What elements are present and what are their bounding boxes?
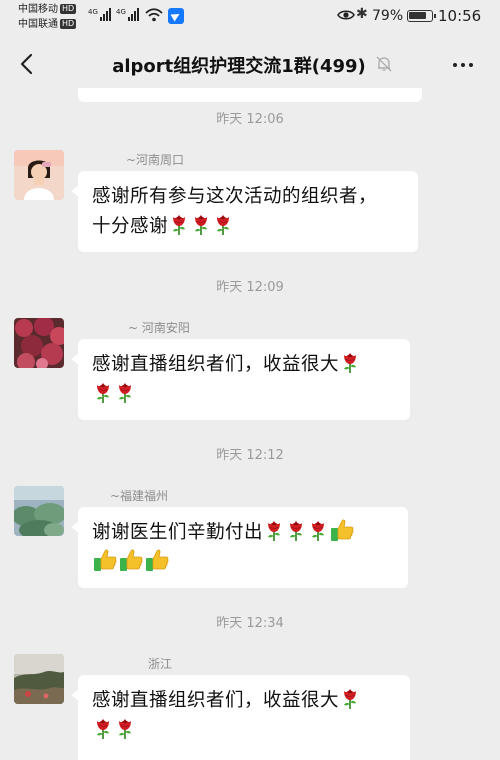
sender-name: ~福建福州	[110, 489, 169, 503]
rose-emoji-icon	[93, 716, 113, 740]
timestamp: 昨天 12:09	[216, 280, 284, 295]
sender-name: ~河南周口	[126, 153, 185, 167]
previous-message-bubble	[78, 88, 422, 102]
carrier-1: 中国移动 HD	[18, 4, 77, 15]
thumbs-up-emoji-icon	[93, 548, 117, 572]
more-dots-icon[interactable]	[448, 60, 478, 70]
signal-icon: 4G	[116, 8, 139, 21]
timestamp: 昨天 12:06	[216, 112, 284, 127]
avatar[interactable]	[14, 318, 64, 368]
battery-icon	[407, 10, 436, 22]
bluetooth-icon: ✱	[356, 6, 368, 22]
rose-emoji-icon	[115, 380, 135, 404]
sender-name: ~ 河南安阳	[128, 321, 190, 335]
rose-emoji-icon	[308, 518, 328, 542]
wifi-icon	[145, 8, 163, 22]
signal-icon: 4G	[88, 8, 111, 21]
message-bubble[interactable]: 感谢所有参与这次活动的组织者， 十分感谢	[71, 171, 418, 252]
rose-emoji-icon	[340, 350, 360, 374]
rose-emoji-icon	[191, 212, 211, 236]
hd-badge: HD	[60, 19, 77, 29]
chat-header: alport组织护理交流1群(499)	[0, 36, 500, 92]
clock: 10:56	[438, 7, 482, 25]
avatar[interactable]	[14, 150, 64, 200]
rose-emoji-icon	[115, 716, 135, 740]
status-bar: 中国移动 HD 中国联通 HD 4G 4G ✱ 79% 10:56	[0, 0, 500, 36]
hd-badge: HD	[60, 4, 77, 14]
message-text: 谢谢医生们辛勤付出	[92, 522, 264, 543]
sender-name: 浙江	[148, 657, 173, 671]
battery-percent: 79%	[372, 8, 404, 24]
app-notification-icon	[168, 8, 184, 24]
carrier-2: 中国联通 HD	[18, 19, 77, 30]
message-bubble[interactable]: 感谢直播组织者们，收益很大	[71, 675, 410, 760]
thumbs-up-emoji-icon	[330, 518, 354, 542]
avatar[interactable]	[14, 486, 64, 536]
eye-icon	[337, 10, 355, 20]
rose-emoji-icon	[264, 518, 284, 542]
message-text: 感谢直播组织者们，收益很大	[92, 354, 340, 375]
bell-off-icon	[376, 56, 392, 72]
timestamp: 昨天 12:12	[216, 448, 284, 463]
message-bubble[interactable]: 谢谢医生们辛勤付出	[71, 507, 408, 588]
avatar[interactable]	[14, 654, 64, 704]
message-text: 十分感谢	[92, 216, 169, 237]
rose-emoji-icon	[93, 380, 113, 404]
message-text: 感谢所有参与这次活动的组织者，	[92, 186, 378, 207]
thumbs-up-emoji-icon	[119, 548, 143, 572]
message-bubble[interactable]: 感谢直播组织者们，收益很大	[71, 339, 410, 420]
rose-emoji-icon	[340, 686, 360, 710]
chat-title: alport组织护理交流1群(499)	[112, 56, 366, 77]
rose-emoji-icon	[169, 212, 189, 236]
rose-emoji-icon	[213, 212, 233, 236]
timestamp: 昨天 12:34	[216, 616, 284, 631]
message-text: 感谢直播组织者们，收益很大	[92, 690, 340, 711]
rose-emoji-icon	[286, 518, 306, 542]
thumbs-up-emoji-icon	[145, 548, 169, 572]
